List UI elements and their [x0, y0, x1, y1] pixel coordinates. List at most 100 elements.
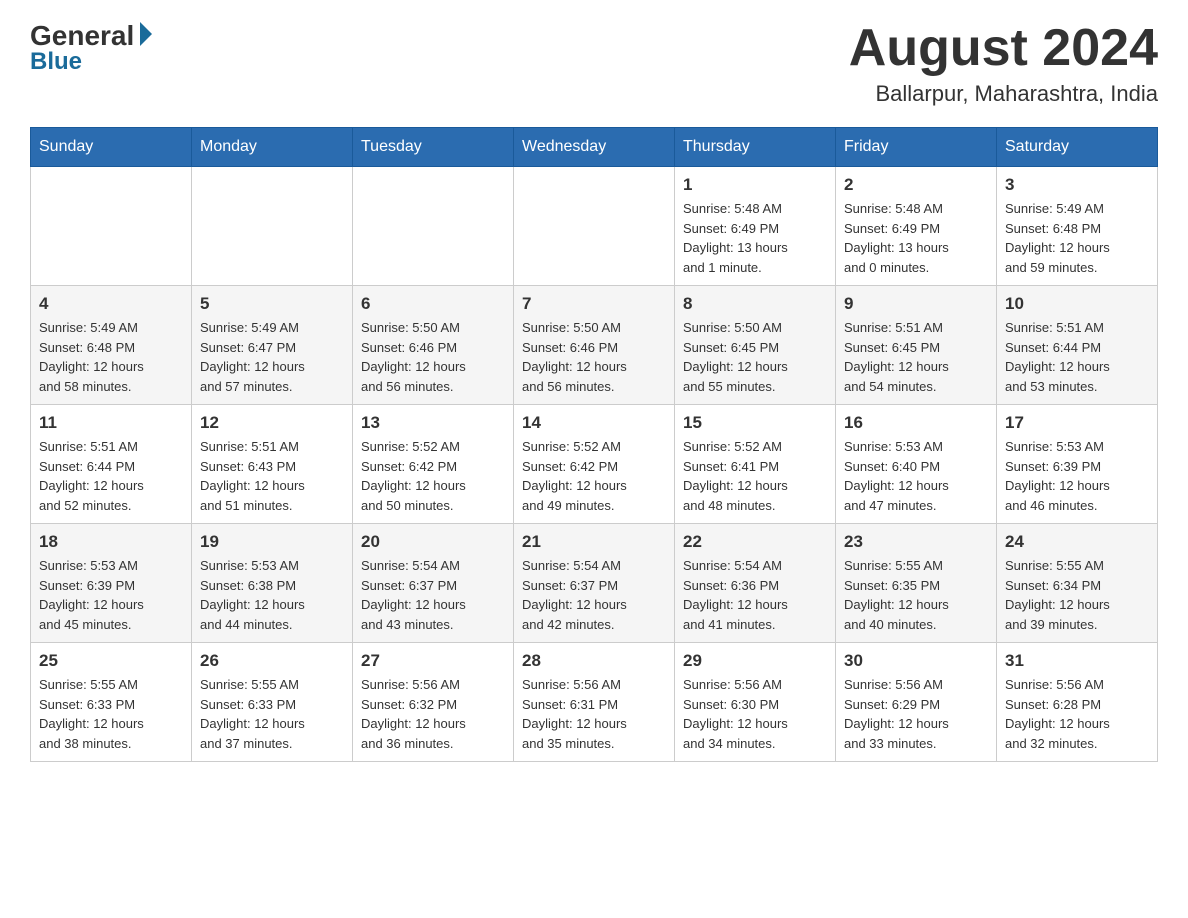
day-cell: 5Sunrise: 5:49 AM Sunset: 6:47 PM Daylig… — [192, 286, 353, 405]
day-cell: 25 Sunrise: 5:55 AM Sunset: 6:33 PM Dayli… — [31, 643, 192, 762]
day-number: 21 — [522, 532, 666, 552]
day-cell: 17 Sunrise: 5:53 AM Sunset: 6:39 PM Dayli… — [997, 405, 1158, 524]
day-cell: 21 Sunrise: 5:54 AM Sunset: 6:37 PM Dayli… — [514, 524, 675, 643]
week-row-5: 25 Sunrise: 5:55 AM Sunset: 6:33 PM Dayli… — [31, 643, 1158, 762]
day-info: Sunrise: 5:54 AM Sunset: 6:36 PM Dayligh… — [683, 556, 827, 634]
day-info: Sunrise: 5:51 AM Sunset: 6:44 PM Dayligh… — [39, 437, 183, 515]
day-info: Sunrise: 5:55 AM Sunset: 6:34 PM Dayligh… — [1005, 556, 1149, 634]
logo-blue-text: Blue — [30, 48, 82, 76]
day-cell: 10 Sunrise: 5:51 AM Sunset: 6:44 PM Dayli… — [997, 286, 1158, 405]
day-number: 17 — [1005, 413, 1149, 433]
header-cell-sunday: Sunday — [31, 128, 192, 167]
day-info: Sunrise: 5:56 AM Sunset: 6:28 PM Dayligh… — [1005, 675, 1149, 753]
day-cell: 22 Sunrise: 5:54 AM Sunset: 6:36 PM Dayli… — [675, 524, 836, 643]
day-cell: 31 Sunrise: 5:56 AM Sunset: 6:28 PM Dayli… — [997, 643, 1158, 762]
day-number: 3 — [1005, 175, 1149, 195]
header-row: SundayMondayTuesdayWednesdayThursdayFrid… — [31, 128, 1158, 167]
day-number: 12 — [200, 413, 344, 433]
day-info: Sunrise: 5:48 AM Sunset: 6:49 PM Dayligh… — [844, 199, 988, 277]
day-number: 30 — [844, 651, 988, 671]
day-info: Sunrise: 5:52 AM Sunset: 6:42 PM Dayligh… — [522, 437, 666, 515]
day-number: 14 — [522, 413, 666, 433]
day-cell: 13 Sunrise: 5:52 AM Sunset: 6:42 PM Dayli… — [353, 405, 514, 524]
day-cell: 9 Sunrise: 5:51 AM Sunset: 6:45 PM Daylig… — [836, 286, 997, 405]
day-info: Sunrise: 5:51 AM Sunset: 6:45 PM Dayligh… — [844, 318, 988, 396]
day-number: 22 — [683, 532, 827, 552]
day-info: Sunrise: 5:56 AM Sunset: 6:30 PM Dayligh… — [683, 675, 827, 753]
day-info: Sunrise: 5:53 AM Sunset: 6:40 PM Dayligh… — [844, 437, 988, 515]
day-cell: 29 Sunrise: 5:56 AM Sunset: 6:30 PM Dayli… — [675, 643, 836, 762]
day-number: 4 — [39, 294, 183, 314]
day-number: 10 — [1005, 294, 1149, 314]
day-number: 31 — [1005, 651, 1149, 671]
day-cell: 14 Sunrise: 5:52 AM Sunset: 6:42 PM Dayli… — [514, 405, 675, 524]
header-cell-monday: Monday — [192, 128, 353, 167]
day-cell: 15 Sunrise: 5:52 AM Sunset: 6:41 PM Dayli… — [675, 405, 836, 524]
day-cell: 7 Sunrise: 5:50 AM Sunset: 6:46 PM Daylig… — [514, 286, 675, 405]
day-cell: 19 Sunrise: 5:53 AM Sunset: 6:38 PM Dayli… — [192, 524, 353, 643]
day-number: 29 — [683, 651, 827, 671]
day-cell: 24Sunrise: 5:55 AM Sunset: 6:34 PM Dayli… — [997, 524, 1158, 643]
day-info: Sunrise: 5:53 AM Sunset: 6:38 PM Dayligh… — [200, 556, 344, 634]
day-number: 19 — [200, 532, 344, 552]
day-info: Sunrise: 5:54 AM Sunset: 6:37 PM Dayligh… — [522, 556, 666, 634]
header-cell-wednesday: Wednesday — [514, 128, 675, 167]
day-number: 9 — [844, 294, 988, 314]
logo: General Blue — [30, 20, 152, 76]
day-cell — [31, 167, 192, 286]
day-cell: 23 Sunrise: 5:55 AM Sunset: 6:35 PM Dayli… — [836, 524, 997, 643]
day-number: 2 — [844, 175, 988, 195]
header-cell-saturday: Saturday — [997, 128, 1158, 167]
day-cell: 27Sunrise: 5:56 AM Sunset: 6:32 PM Dayli… — [353, 643, 514, 762]
title-section: August 2024 Ballarpur, Maharashtra, Indi… — [849, 20, 1158, 107]
day-cell: 1 Sunrise: 5:48 AM Sunset: 6:49 PM Daylig… — [675, 167, 836, 286]
header-cell-friday: Friday — [836, 128, 997, 167]
day-number: 20 — [361, 532, 505, 552]
day-info: Sunrise: 5:49 AM Sunset: 6:48 PM Dayligh… — [39, 318, 183, 396]
day-number: 6 — [361, 294, 505, 314]
day-number: 13 — [361, 413, 505, 433]
day-info: Sunrise: 5:56 AM Sunset: 6:29 PM Dayligh… — [844, 675, 988, 753]
day-number: 15 — [683, 413, 827, 433]
day-number: 23 — [844, 532, 988, 552]
day-info: Sunrise: 5:53 AM Sunset: 6:39 PM Dayligh… — [1005, 437, 1149, 515]
week-row-1: 1 Sunrise: 5:48 AM Sunset: 6:49 PM Daylig… — [31, 167, 1158, 286]
day-info: Sunrise: 5:53 AM Sunset: 6:39 PM Dayligh… — [39, 556, 183, 634]
day-cell — [192, 167, 353, 286]
day-cell: 6 Sunrise: 5:50 AM Sunset: 6:46 PM Daylig… — [353, 286, 514, 405]
day-info: Sunrise: 5:55 AM Sunset: 6:33 PM Dayligh… — [39, 675, 183, 753]
day-cell: 2 Sunrise: 5:48 AM Sunset: 6:49 PM Daylig… — [836, 167, 997, 286]
location-title: Ballarpur, Maharashtra, India — [849, 81, 1158, 107]
day-info: Sunrise: 5:50 AM Sunset: 6:45 PM Dayligh… — [683, 318, 827, 396]
day-number: 5 — [200, 294, 344, 314]
page-header: General Blue August 2024 Ballarpur, Maha… — [30, 20, 1158, 107]
logo-arrow-icon — [140, 22, 152, 46]
day-number: 7 — [522, 294, 666, 314]
day-info: Sunrise: 5:52 AM Sunset: 6:42 PM Dayligh… — [361, 437, 505, 515]
week-row-3: 11Sunrise: 5:51 AM Sunset: 6:44 PM Dayli… — [31, 405, 1158, 524]
day-cell: 3Sunrise: 5:49 AM Sunset: 6:48 PM Daylig… — [997, 167, 1158, 286]
day-cell: 4 Sunrise: 5:49 AM Sunset: 6:48 PM Daylig… — [31, 286, 192, 405]
day-cell: 26Sunrise: 5:55 AM Sunset: 6:33 PM Dayli… — [192, 643, 353, 762]
day-info: Sunrise: 5:55 AM Sunset: 6:35 PM Dayligh… — [844, 556, 988, 634]
day-info: Sunrise: 5:51 AM Sunset: 6:44 PM Dayligh… — [1005, 318, 1149, 396]
day-cell: 28Sunrise: 5:56 AM Sunset: 6:31 PM Dayli… — [514, 643, 675, 762]
day-number: 1 — [683, 175, 827, 195]
day-cell: 11Sunrise: 5:51 AM Sunset: 6:44 PM Dayli… — [31, 405, 192, 524]
day-number: 25 — [39, 651, 183, 671]
day-cell: 12 Sunrise: 5:51 AM Sunset: 6:43 PM Dayli… — [192, 405, 353, 524]
day-cell — [353, 167, 514, 286]
day-number: 28 — [522, 651, 666, 671]
day-info: Sunrise: 5:50 AM Sunset: 6:46 PM Dayligh… — [361, 318, 505, 396]
day-info: Sunrise: 5:51 AM Sunset: 6:43 PM Dayligh… — [200, 437, 344, 515]
day-info: Sunrise: 5:48 AM Sunset: 6:49 PM Dayligh… — [683, 199, 827, 277]
day-cell — [514, 167, 675, 286]
day-cell: 16 Sunrise: 5:53 AM Sunset: 6:40 PM Dayli… — [836, 405, 997, 524]
day-info: Sunrise: 5:56 AM Sunset: 6:32 PM Dayligh… — [361, 675, 505, 753]
day-info: Sunrise: 5:50 AM Sunset: 6:46 PM Dayligh… — [522, 318, 666, 396]
day-number: 16 — [844, 413, 988, 433]
day-cell: 30 Sunrise: 5:56 AM Sunset: 6:29 PM Dayli… — [836, 643, 997, 762]
day-info: Sunrise: 5:54 AM Sunset: 6:37 PM Dayligh… — [361, 556, 505, 634]
header-cell-tuesday: Tuesday — [353, 128, 514, 167]
day-info: Sunrise: 5:52 AM Sunset: 6:41 PM Dayligh… — [683, 437, 827, 515]
